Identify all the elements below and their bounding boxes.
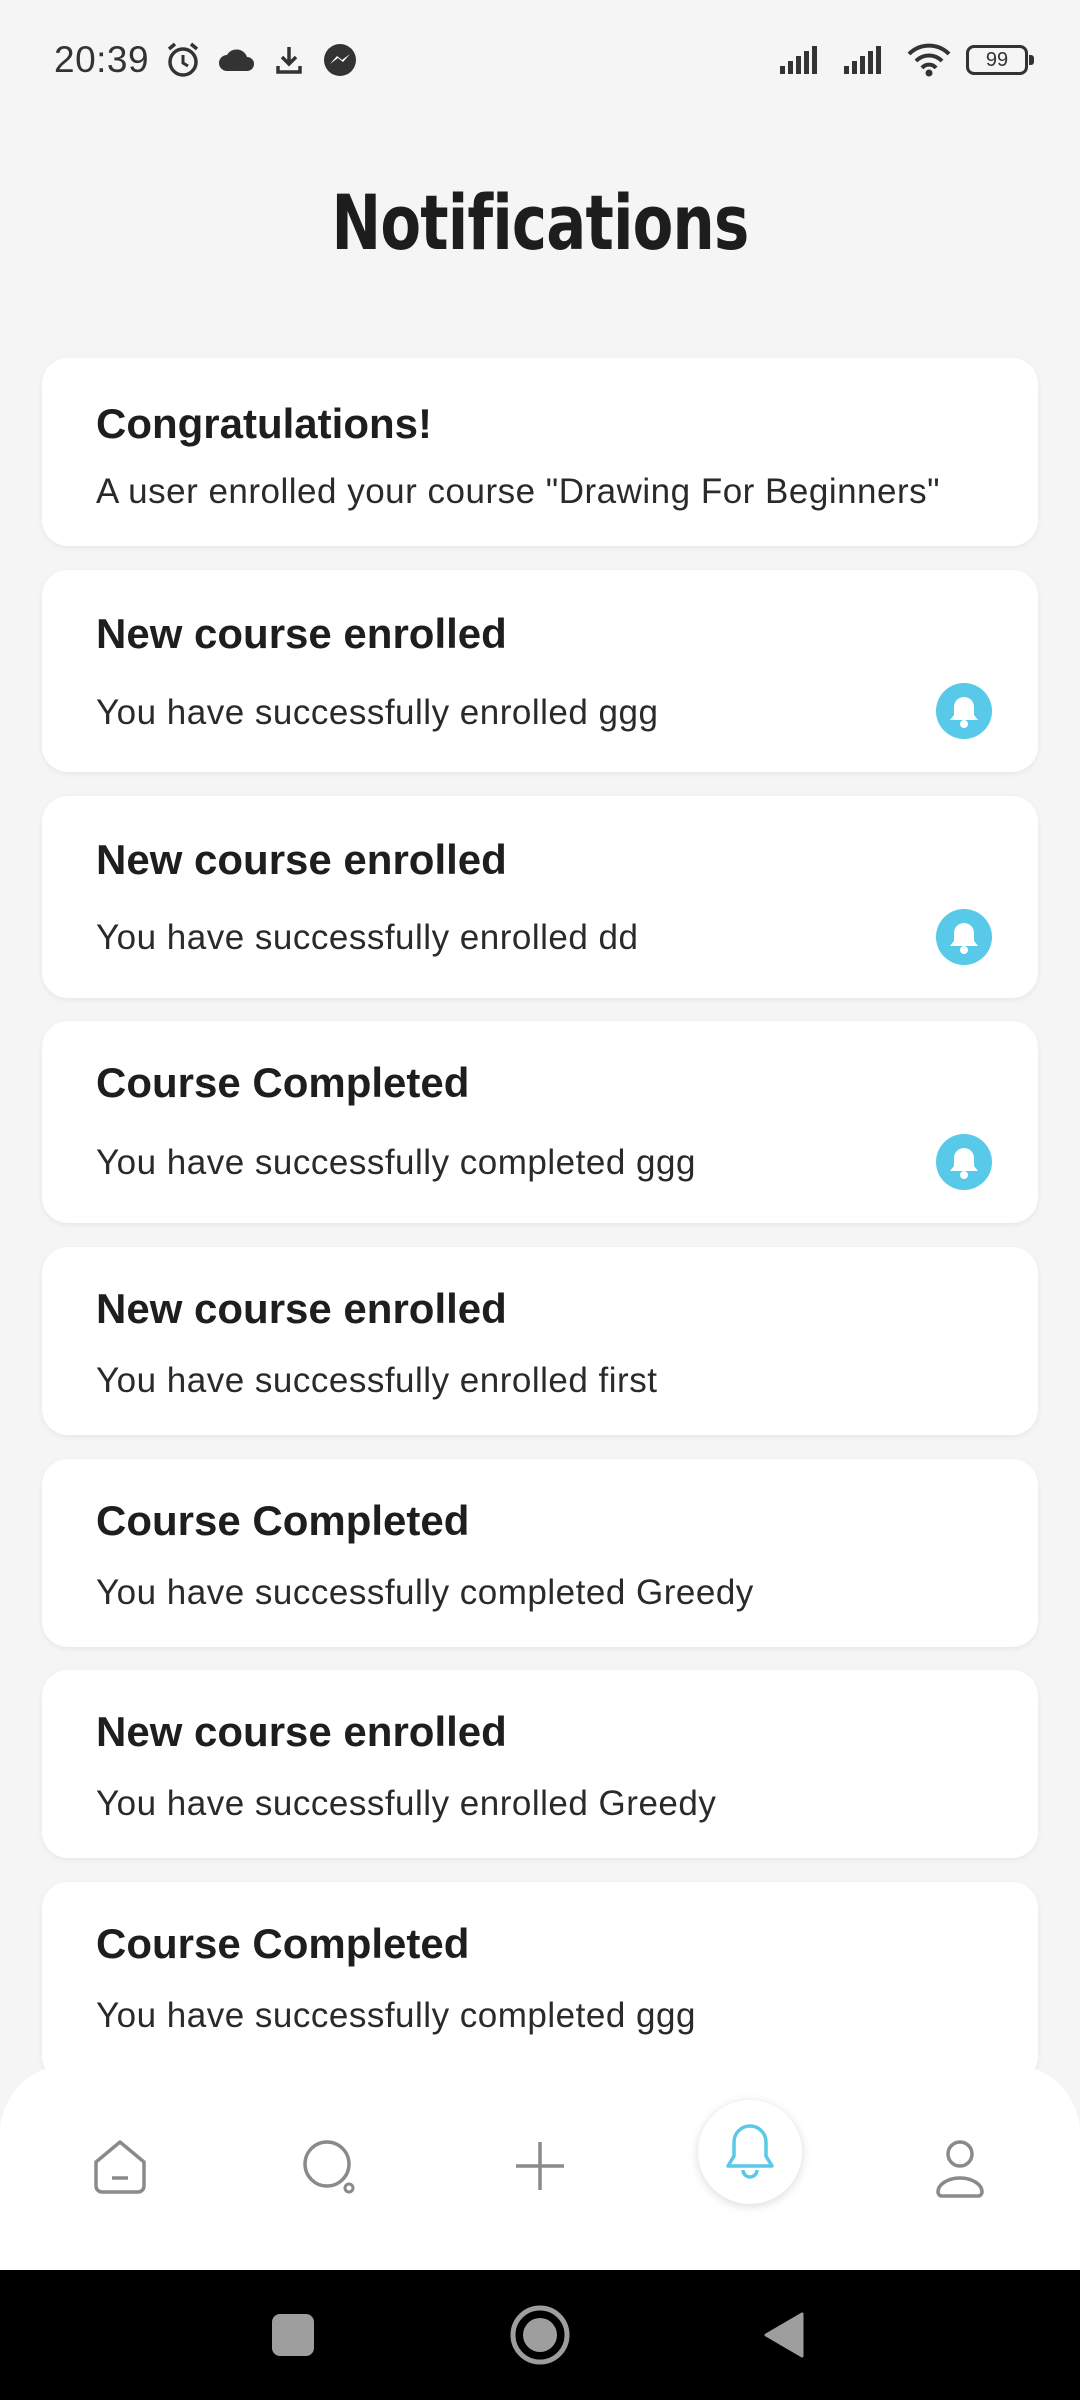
notification-message: You have successfully enrolled Greedy [96,1784,717,1823]
notification-title: New course enrolled [96,610,507,657]
home-icon [88,2134,152,2203]
nav-add-button[interactable] [490,2118,590,2218]
circle-home-icon [508,2303,572,2372]
profile-icon [928,2134,992,2203]
notification-card[interactable]: Congratulations! A user enrolled your co… [42,358,1038,546]
battery-icon: 99 [966,45,1034,75]
search-icon [297,2134,361,2203]
status-left: 20:39 [54,39,359,81]
bottom-nav [0,2064,1080,2270]
notification-title: Congratulations! [96,400,432,447]
alarm-icon [163,40,203,80]
notification-title: Course Completed [96,1497,470,1544]
messenger-icon [321,41,359,79]
page-title: Notifications [331,178,750,267]
notification-card[interactable]: New course enrolled You have successfull… [42,1247,1038,1435]
add-icon [508,2134,572,2203]
notification-title: New course enrolled [96,836,507,883]
notification-message: You have successfully completed ggg [96,1996,696,2035]
bell-icon [720,2118,780,2187]
square-icon [270,2312,316,2363]
unread-bell-icon [936,683,992,739]
notification-title: New course enrolled [96,1708,507,1755]
status-time: 20:39 [54,39,150,80]
notification-message: You have successfully enrolled ggg [96,693,659,732]
nav-search-button[interactable] [279,2118,379,2218]
notification-title: Course Completed [96,1059,470,1106]
unread-bell-icon [936,909,992,965]
notification-card[interactable]: New course enrolled You have successfull… [42,1670,1038,1858]
notification-message: You have successfully completed Greedy [96,1573,754,1612]
notification-card[interactable]: Course Completed You have successfully c… [42,1459,1038,1647]
cloud-icon [217,45,257,75]
notification-message: A user enrolled your course "Drawing For… [96,472,941,511]
nav-home-button[interactable] [70,2118,170,2218]
system-nav-bar [0,2270,1080,2400]
home-system-button[interactable] [508,2303,572,2372]
notification-message: You have successfully enrolled first [96,1361,658,1400]
notification-message: You have successfully completed ggg [96,1143,696,1182]
recents-button[interactable] [270,2312,316,2363]
nav-notifications-button[interactable] [698,2100,802,2204]
notification-message: You have successfully enrolled dd [96,918,639,957]
notification-title: Course Completed [96,1920,470,1967]
notification-title: New course enrolled [96,1285,507,1332]
nav-profile-button[interactable] [910,2118,1010,2218]
signal-icon [778,44,828,76]
back-triangle-icon [760,2310,806,2365]
unread-bell-icon [936,1134,992,1190]
notification-card[interactable]: Course Completed You have successfully c… [42,1021,1038,1223]
status-bar: 20:39 99 [0,0,1080,120]
download-icon [271,42,307,78]
notification-card[interactable]: Course Completed You have successfully c… [42,1882,1038,2082]
notification-card[interactable]: New course enrolled You have successfull… [42,796,1038,998]
back-button[interactable] [760,2310,806,2365]
notification-card[interactable]: New course enrolled You have successfull… [42,570,1038,772]
status-right: 99 [778,42,1034,78]
wifi-icon [906,42,952,78]
signal-icon [842,44,892,76]
